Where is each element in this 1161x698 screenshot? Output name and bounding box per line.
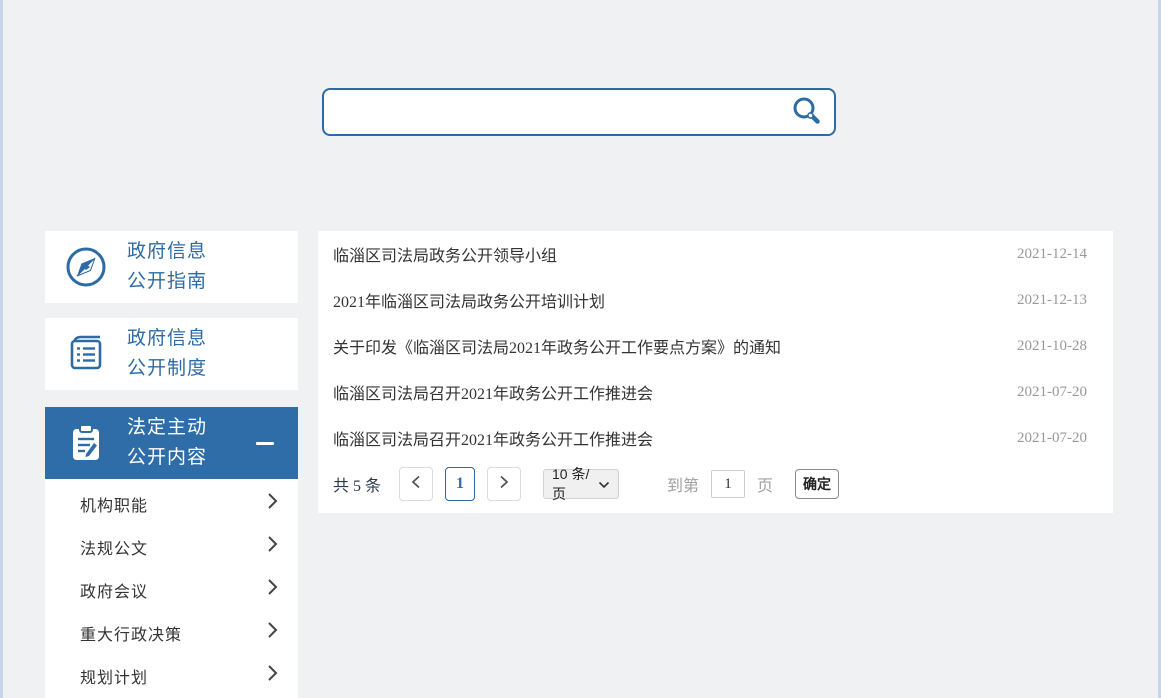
article-title[interactable]: 2021年临淄区司法局政务公开培训计划 [333,288,605,312]
article-list-panel: 临淄区司法局政务公开领导小组 2021-12-14 2021年临淄区司法局政务公… [318,231,1113,513]
submenu-item-major-decisions[interactable]: 重大行政决策 [45,611,298,654]
chevron-left-icon [411,475,421,494]
compass-icon [45,245,127,289]
sidebar-item-gov-info-system[interactable]: 政府信息 公开制度 [45,318,298,390]
chevron-right-icon [267,621,278,644]
goto-page-input[interactable] [711,470,745,498]
article-date: 2021-12-14 [1017,246,1087,263]
chevron-right-icon [267,492,278,515]
sidebar-item-label: 法定主动 公开内容 [127,413,207,473]
document-icon [45,332,127,376]
list-item[interactable]: 2021年临淄区司法局政务公开培训计划 2021-12-13 [318,277,1113,323]
search-input[interactable] [338,90,788,134]
list-item[interactable]: 临淄区司法局政务公开领导小组 2021-12-14 [318,231,1113,277]
sidebar-submenu: 机构职能 法规公文 政府会议 重大行政决策 规划计划 [45,479,298,698]
page-size-select[interactable]: 10 条/页 [543,469,619,499]
article-date: 2021-10-28 [1017,338,1087,355]
article-date: 2021-07-20 [1017,430,1087,447]
page-size-value: 10 条/页 [552,464,598,504]
article-title[interactable]: 关于印发《临淄区司法局2021年政务公开工作要点方案》的通知 [333,334,781,358]
chevron-right-icon [499,475,509,494]
submenu-item-regulations[interactable]: 法规公文 [45,525,298,568]
goto-page-prefix: 到第 [667,472,699,496]
article-date: 2021-07-20 [1017,384,1087,401]
collapse-minus-icon [256,442,274,445]
search-icon [790,95,822,130]
sidebar-item-label: 政府信息 公开制度 [127,324,207,384]
chevron-right-icon [267,535,278,558]
article-title[interactable]: 临淄区司法局政务公开领导小组 [333,242,557,266]
chevron-right-icon [267,578,278,601]
sidebar-item-gov-info-guide[interactable]: 政府信息 公开指南 [45,231,298,303]
chevron-down-icon [598,476,610,492]
pagination-bar: 共 5 条 1 10 条/页 到第 页 确定 [318,467,1113,501]
next-page-button[interactable] [487,467,521,501]
search-button[interactable] [788,94,824,130]
article-title[interactable]: 临淄区司法局召开2021年政务公开工作推进会 [333,380,653,404]
clipboard-icon [45,421,127,465]
search-bar [322,88,836,136]
list-item[interactable]: 关于印发《临淄区司法局2021年政务公开工作要点方案》的通知 2021-10-2… [318,323,1113,369]
sidebar-item-statutory-disclosure[interactable]: 法定主动 公开内容 [45,407,298,479]
page-number-button[interactable]: 1 [445,467,475,501]
total-count-label: 共 5 条 [333,472,381,496]
submenu-item-gov-meetings[interactable]: 政府会议 [45,568,298,611]
list-item[interactable]: 临淄区司法局召开2021年政务公开工作推进会 2021-07-20 [318,369,1113,415]
confirm-button[interactable]: 确定 [795,469,839,499]
submenu-item-plans[interactable]: 规划计划 [45,654,298,697]
submenu-item-org-functions[interactable]: 机构职能 [45,482,298,525]
sidebar-item-label: 政府信息 公开指南 [127,237,207,297]
chevron-right-icon [267,664,278,687]
article-date: 2021-12-13 [1017,292,1087,309]
article-title[interactable]: 临淄区司法局召开2021年政务公开工作推进会 [333,426,653,450]
prev-page-button[interactable] [399,467,433,501]
page-left-border [0,0,3,698]
list-item[interactable]: 临淄区司法局召开2021年政务公开工作推进会 2021-07-20 [318,415,1113,461]
goto-page-suffix: 页 [757,472,773,496]
